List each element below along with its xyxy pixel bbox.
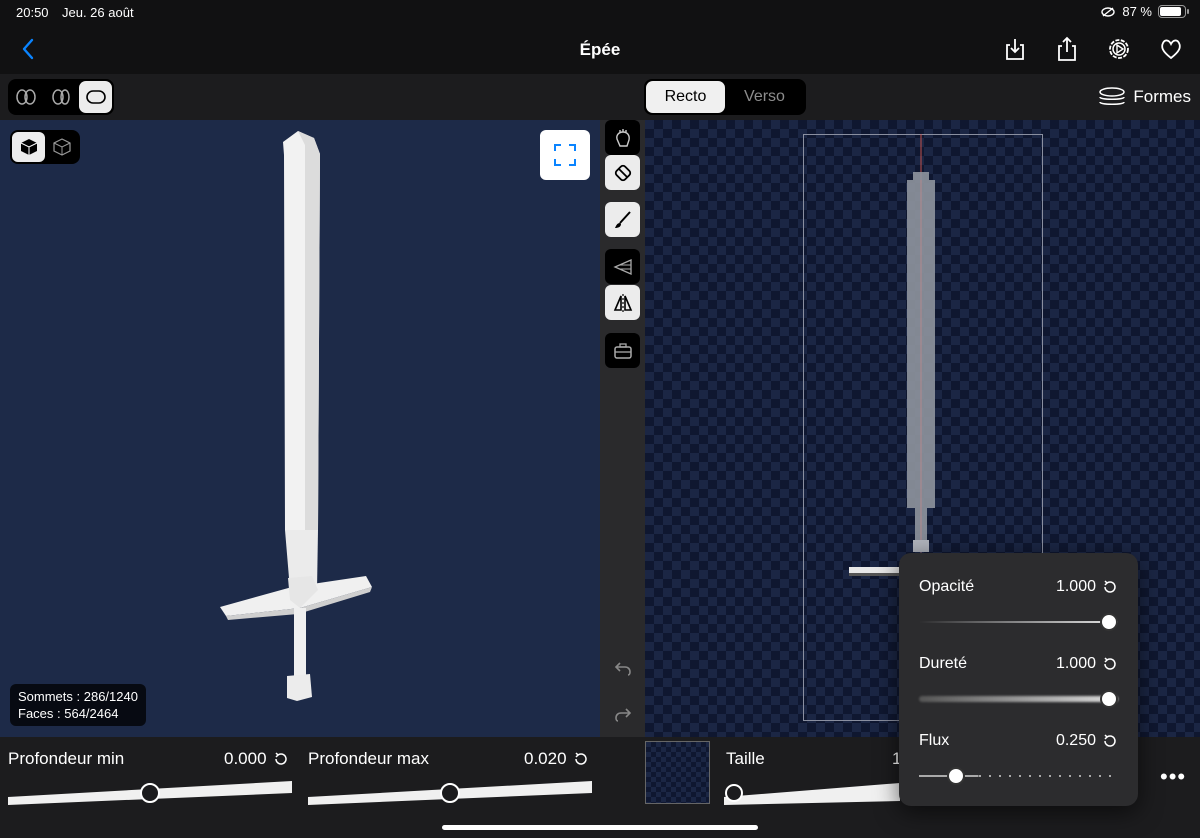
settings-icon xyxy=(1109,39,1129,59)
texture-thumbnail[interactable] xyxy=(645,741,710,804)
hardness-knob[interactable] xyxy=(1100,690,1118,708)
home-indicator xyxy=(442,825,758,830)
toolbox-icon xyxy=(613,342,632,359)
depth-max-slider[interactable] xyxy=(308,779,592,805)
symmetry-segmented-control xyxy=(8,79,114,115)
more-button[interactable]: ••• xyxy=(1160,764,1186,790)
undo-icon xyxy=(614,661,631,676)
flow-value: 0.250 xyxy=(1056,732,1118,750)
wireframe-cube-icon xyxy=(52,138,71,156)
double-leaf-icon xyxy=(16,89,37,105)
shapes-button[interactable]: Formes xyxy=(1097,86,1191,108)
hardness-value: 1.000 xyxy=(1056,655,1118,673)
mirror-tool-button[interactable] xyxy=(605,285,640,320)
undo-button[interactable] xyxy=(605,650,640,685)
fullscreen-button[interactable] xyxy=(540,130,590,180)
pan-tool-button[interactable] xyxy=(605,120,640,155)
tab-recto[interactable]: Recto xyxy=(646,81,725,113)
opacity-label: Opacité xyxy=(919,578,975,595)
reset-icon[interactable] xyxy=(1102,733,1118,749)
solid-cube-icon xyxy=(20,139,37,155)
opacity-knob[interactable] xyxy=(1100,613,1118,631)
gradient-icon xyxy=(612,258,632,275)
heart-icon xyxy=(1161,39,1181,60)
share-icon xyxy=(1058,36,1076,61)
download-icon xyxy=(1006,39,1024,60)
hand-icon xyxy=(615,128,630,147)
flow-row: Flux 0.250 xyxy=(919,707,1118,785)
opacity-row: Opacité 1.000 xyxy=(919,553,1118,631)
status-time: 20:50 xyxy=(16,5,49,20)
opacity-slider[interactable] xyxy=(919,621,1118,623)
size-slider[interactable] xyxy=(724,779,900,805)
navigation-bar: Épée xyxy=(0,26,1200,74)
capsule-icon xyxy=(85,90,106,104)
status-bar: 20:50 Jeu. 26 août 87 % xyxy=(0,0,1200,26)
mode-mirror-button[interactable] xyxy=(45,81,78,113)
battery-icon xyxy=(1158,5,1189,18)
vertex-count: Sommets : 286/1240 xyxy=(18,689,138,704)
toolbox-button[interactable] xyxy=(605,333,640,368)
flow-label: Flux xyxy=(919,732,950,749)
settings-button[interactable] xyxy=(1106,36,1132,62)
size-label: Taille xyxy=(726,749,765,768)
layers-icon xyxy=(1099,87,1126,105)
favorite-button[interactable] xyxy=(1158,36,1184,62)
redo-icon xyxy=(614,707,631,722)
gradient-tool-button[interactable] xyxy=(605,249,640,284)
hardness-row: Dureté 1.000 xyxy=(919,630,1118,708)
brush-icon xyxy=(614,210,631,228)
status-right: 87 % xyxy=(1100,4,1189,19)
depth-min-knob xyxy=(140,783,160,803)
redo-button[interactable] xyxy=(605,696,640,731)
depth-max-knob xyxy=(440,783,460,803)
tool-row: Recto Verso Formes xyxy=(0,74,1200,120)
status-date: Jeu. 26 août xyxy=(62,5,134,20)
brush-tool-button[interactable] xyxy=(605,202,640,237)
depth-max-label: Profondeur max xyxy=(308,749,429,768)
flow-knob[interactable] xyxy=(947,767,965,785)
pencil-link-icon xyxy=(1101,6,1116,17)
sword-3d-model xyxy=(220,131,372,701)
hardness-label: Dureté xyxy=(919,655,968,672)
opacity-number: 1.000 xyxy=(1055,578,1096,595)
tool-strip xyxy=(600,120,645,737)
depth-min-value: 0.000 xyxy=(224,749,289,769)
expand-icon xyxy=(554,144,576,166)
share-button[interactable] xyxy=(1054,36,1080,62)
reset-icon[interactable] xyxy=(573,751,589,767)
download-button[interactable] xyxy=(1002,36,1028,62)
hardness-slider[interactable] xyxy=(919,696,1118,702)
reset-icon[interactable] xyxy=(1102,579,1118,595)
mode-single-button[interactable] xyxy=(79,81,113,113)
brush-settings-popover: Opacité 1.000 Dureté 1.000 Flux 0.250 xyxy=(899,553,1138,806)
mesh-stats: Sommets : 286/1240 Faces : 564/2464 xyxy=(10,684,146,726)
flow-number: 0.250 xyxy=(1055,732,1096,749)
mirror-leaf-icon xyxy=(52,89,70,105)
depth-max-value: 0.020 xyxy=(524,749,589,769)
3d-viewport[interactable]: Sommets : 286/1240 Faces : 564/2464 xyxy=(0,120,600,737)
side-segmented-control: Recto Verso xyxy=(644,79,806,115)
mode-both-button[interactable] xyxy=(10,81,43,113)
depth-min-label: Profondeur min xyxy=(8,749,125,768)
paint-tool-button[interactable] xyxy=(605,155,640,190)
reset-icon[interactable] xyxy=(1102,656,1118,672)
solid-view-button[interactable] xyxy=(12,132,45,162)
nav-actions xyxy=(1002,36,1184,62)
size-knob xyxy=(725,784,743,802)
paint-bucket-icon xyxy=(614,164,631,181)
shapes-label: Formes xyxy=(1133,87,1191,106)
view-mode-toggle xyxy=(10,130,80,164)
depth-max-number: 0.020 xyxy=(524,749,567,768)
tab-verso[interactable]: Verso xyxy=(725,81,804,113)
face-count: Faces : 564/2464 xyxy=(18,706,119,721)
wireframe-view-button[interactable] xyxy=(45,132,78,162)
battery-percent: 87 % xyxy=(1122,4,1152,19)
hardness-number: 1.000 xyxy=(1055,655,1096,672)
mirror-icon xyxy=(613,293,632,312)
depth-min-slider[interactable] xyxy=(8,779,292,805)
reset-icon[interactable] xyxy=(273,751,289,767)
depth-min-number: 0.000 xyxy=(224,749,267,768)
opacity-value: 1.000 xyxy=(1056,578,1118,596)
